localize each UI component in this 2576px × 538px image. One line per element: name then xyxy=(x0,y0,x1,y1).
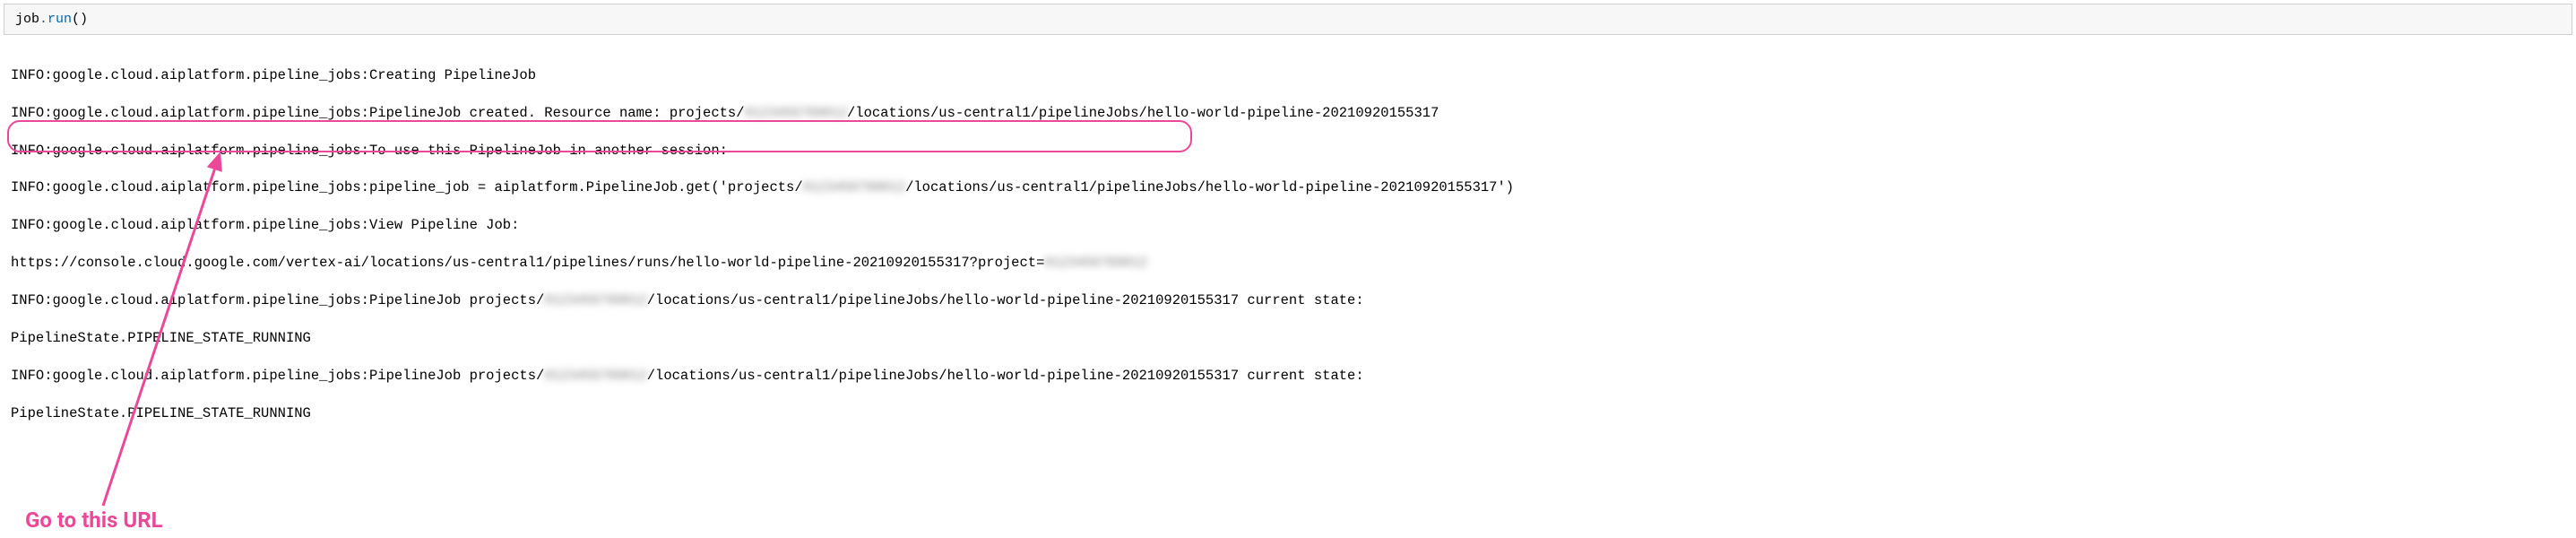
annotation-label: Go to this URL xyxy=(25,508,163,533)
code-dot: . xyxy=(39,12,48,27)
code-output-cell: INFO:google.cloud.aiplatform.pipeline_jo… xyxy=(0,39,2576,445)
redacted-project-id: 0123456789012 xyxy=(544,367,646,386)
output-line-url[interactable]: https://console.cloud.google.com/vertex-… xyxy=(11,254,2565,273)
output-line: PipelineState.PIPELINE_STATE_RUNNING xyxy=(11,329,2565,348)
output-line: INFO:google.cloud.aiplatform.pipeline_jo… xyxy=(11,367,2565,386)
output-line: INFO:google.cloud.aiplatform.pipeline_jo… xyxy=(11,216,2565,235)
output-line: INFO:google.cloud.aiplatform.pipeline_jo… xyxy=(11,66,2565,85)
code-input-cell: job.run() xyxy=(4,4,2572,35)
output-line: INFO:google.cloud.aiplatform.pipeline_jo… xyxy=(11,178,2565,197)
code-parens: () xyxy=(72,12,88,27)
output-line: PipelineState.PIPELINE_STATE_RUNNING xyxy=(11,404,2565,423)
output-line: INFO:google.cloud.aiplatform.pipeline_jo… xyxy=(11,104,2565,123)
redacted-project-id: 0123456789012 xyxy=(745,104,847,123)
redacted-project-id: 0123456789012 xyxy=(803,178,905,197)
output-line: INFO:google.cloud.aiplatform.pipeline_jo… xyxy=(11,142,2565,161)
redacted-project-id: 0123456789012 xyxy=(544,291,646,310)
code-method: run xyxy=(48,12,72,27)
output-line: INFO:google.cloud.aiplatform.pipeline_jo… xyxy=(11,291,2565,310)
redacted-project-id: 0123456789012 xyxy=(1044,254,1146,273)
code-object: job xyxy=(15,12,39,27)
